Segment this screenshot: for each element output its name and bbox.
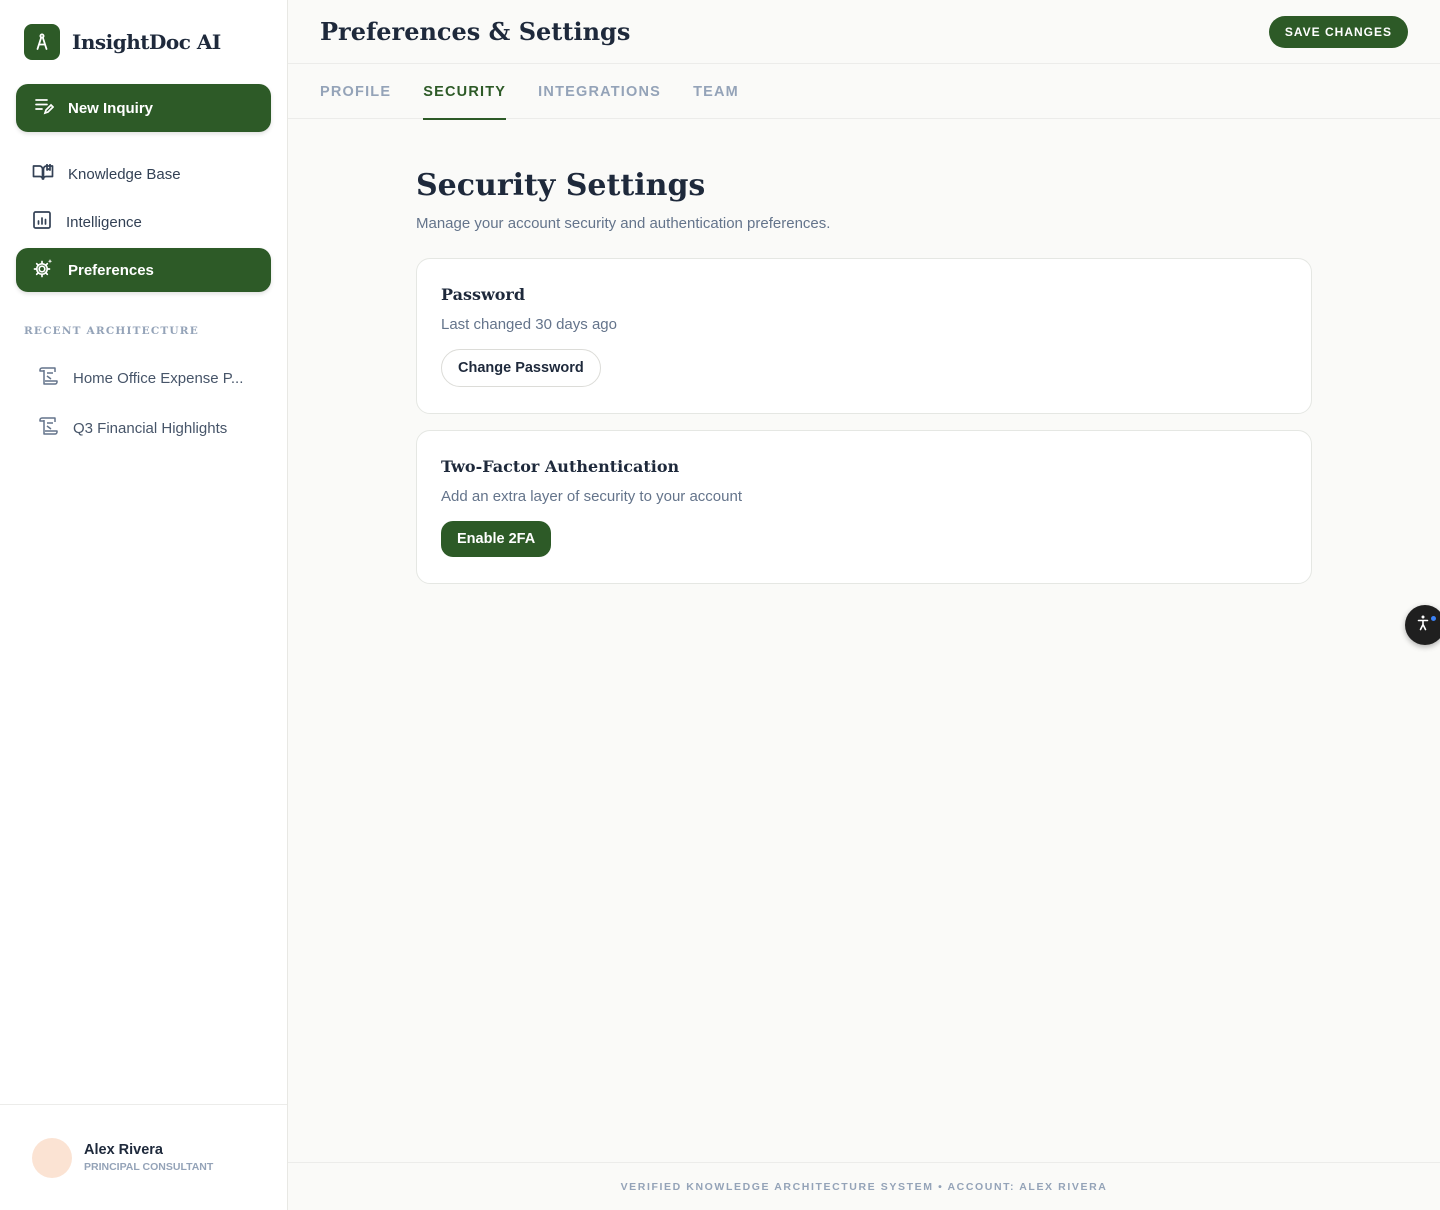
main-content: Preferences & Settings SAVE CHANGES PROF…	[288, 0, 1440, 1210]
section-subtitle: Manage your account security and authent…	[416, 215, 831, 232]
top-bar: Preferences & Settings SAVE CHANGES	[288, 0, 1440, 64]
recent-item-label: Home Office Expense P...	[73, 369, 244, 387]
sidebar-item-preferences[interactable]: Preferences	[16, 248, 271, 292]
sidebar-item-knowledge-base[interactable]: Knowledge Base	[16, 152, 271, 196]
two-factor-desc: Add an extra layer of security to your a…	[441, 488, 742, 505]
tab-integrations[interactable]: INTEGRATIONS	[538, 64, 661, 119]
sidebar: InsightDoc AI New Inquiry Knowledge Base	[0, 0, 288, 1210]
edit-list-icon	[34, 96, 55, 120]
two-factor-title: Two-Factor Authentication	[441, 457, 680, 476]
page-footer: VERIFIED KNOWLEDGE ARCHITECTURE SYSTEM •…	[288, 1162, 1440, 1210]
recent-item-home-office[interactable]: Home Office Expense P...	[38, 366, 243, 390]
page-title: Preferences & Settings	[320, 17, 631, 46]
book-icon	[32, 162, 54, 186]
accessibility-button[interactable]	[1405, 605, 1440, 645]
new-inquiry-label: New Inquiry	[68, 99, 154, 117]
bar-chart-icon	[32, 210, 52, 234]
password-title: Password	[441, 285, 526, 304]
document-icon	[38, 366, 59, 390]
user-profile[interactable]: Alex Rivera PRINCIPAL CONSULTANT	[0, 1104, 287, 1210]
password-card: Password Last changed 30 days ago Change…	[416, 258, 1312, 414]
password-desc: Last changed 30 days ago	[441, 316, 617, 333]
save-changes-button[interactable]: SAVE CHANGES	[1268, 15, 1408, 48]
settings-tabs: PROFILE SECURITY INTEGRATIONS TEAM	[288, 64, 1440, 120]
compass-logo-icon	[24, 24, 60, 60]
gear-icon	[32, 257, 54, 283]
enable-2fa-button[interactable]: Enable 2FA	[441, 521, 552, 557]
security-settings-section: Security Settings Manage your account se…	[416, 168, 1312, 584]
section-title: Security Settings	[416, 168, 706, 203]
user-name: Alex Rivera	[84, 1142, 163, 1158]
recent-section-title: RECENT ARCHITECTURE	[24, 325, 199, 337]
new-inquiry-button[interactable]: New Inquiry	[16, 84, 271, 132]
sidebar-item-label: Intelligence	[66, 213, 142, 231]
recent-item-q3-financial[interactable]: Q3 Financial Highlights	[38, 416, 227, 440]
change-password-button[interactable]: Change Password	[441, 349, 601, 387]
tab-team[interactable]: TEAM	[693, 64, 739, 119]
user-role: PRINCIPAL CONSULTANT	[84, 1161, 214, 1173]
document-icon	[38, 416, 59, 440]
sidebar-item-intelligence[interactable]: Intelligence	[16, 200, 271, 244]
brand-name: InsightDoc AI	[72, 30, 221, 54]
tab-security[interactable]: SECURITY	[423, 64, 507, 120]
avatar	[32, 1137, 72, 1178]
sidebar-item-label: Knowledge Base	[68, 165, 181, 183]
recent-item-label: Q3 Financial Highlights	[73, 419, 228, 437]
sidebar-item-label: Preferences	[68, 261, 154, 279]
tab-profile[interactable]: PROFILE	[320, 64, 391, 119]
notification-dot	[1431, 616, 1436, 621]
two-factor-card: Two-Factor Authentication Add an extra l…	[416, 430, 1312, 584]
brand[interactable]: InsightDoc AI	[24, 24, 221, 60]
